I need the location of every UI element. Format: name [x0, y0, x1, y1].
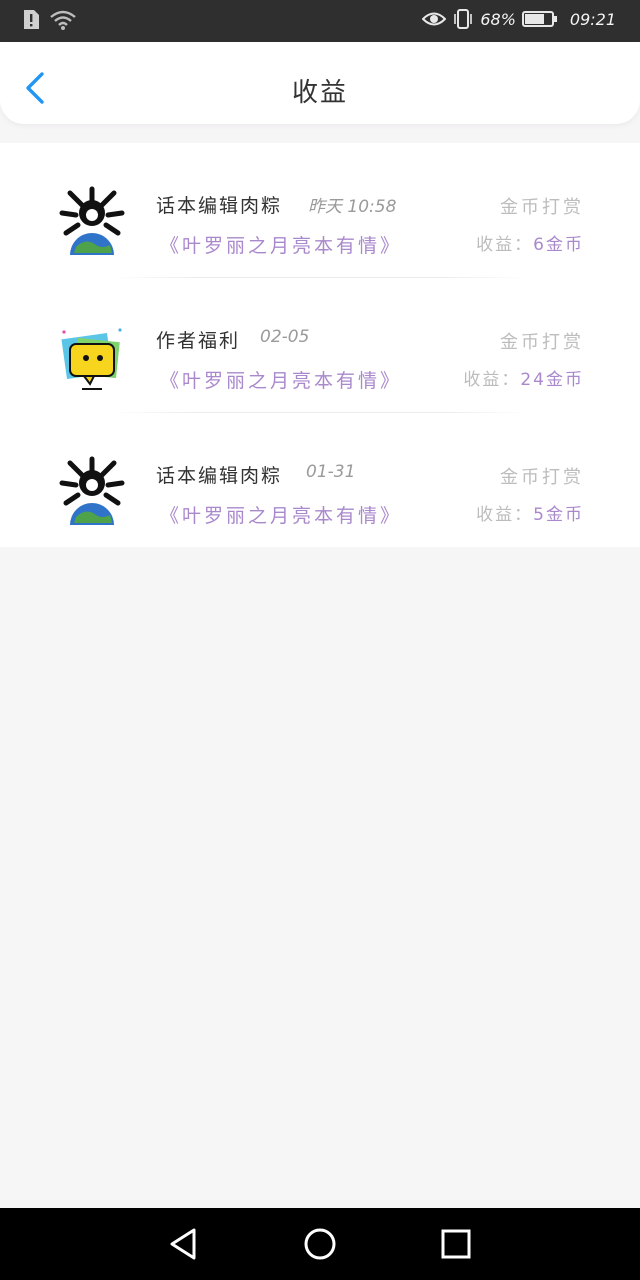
chat-bubble-avatar [61, 328, 122, 390]
system-nav-bar [0, 1208, 640, 1280]
status-bar: 68% 09:21 [0, 0, 640, 42]
book-title: 《叶罗丽之月亮本有情》 [160, 505, 403, 527]
record-time: 01-31 [306, 462, 356, 482]
record-time: 昨天 10:58 [308, 197, 397, 217]
page-title: 收益 [291, 78, 348, 108]
record-time: 02-05 [260, 327, 310, 347]
book-title: 《叶罗丽之月亮本有情》 [160, 370, 403, 392]
income-record[interactable]: 作者福利 02-05 《叶罗丽之月亮本有情》 金币打赏 收益：24金币 [0, 278, 640, 413]
header-bar: 收益 [0, 42, 640, 124]
sender-name: 话本编辑肉粽 [156, 195, 283, 217]
sender-name: 作者福利 [156, 330, 241, 352]
income-list: 话本编辑肉粽 昨天 10:58 《叶罗丽之月亮本有情》 金币打赏 收益：6金币 … [0, 143, 640, 547]
income-amount: 5金币 [533, 505, 584, 525]
income-label: 收益： [463, 370, 521, 390]
vibrate-icon [454, 9, 473, 29]
income-label: 收益： [476, 505, 534, 525]
income-text: 收益：5金币 [476, 500, 584, 525]
battery-icon [521, 11, 557, 27]
home-circle-icon [304, 1228, 336, 1260]
book-title: 《叶罗丽之月亮本有情》 [160, 235, 403, 257]
nav-back-button[interactable] [166, 1226, 202, 1262]
income-amount: 24金币 [520, 370, 584, 390]
recents-square-icon [441, 1229, 471, 1259]
sender-name: 话本编辑肉粽 [156, 465, 283, 487]
status-right: 68% 09:21 [422, 9, 616, 29]
nav-recents-button[interactable] [438, 1226, 474, 1262]
income-record[interactable]: 话本编辑肉粽 01-31 《叶罗丽之月亮本有情》 金币打赏 收益：5金币 [0, 413, 640, 548]
income-label: 收益： [476, 235, 534, 255]
skull-globe-avatar [59, 186, 125, 255]
status-left [22, 9, 76, 31]
eye-icon [422, 12, 447, 26]
skull-globe-avatar [59, 456, 125, 525]
reward-type: 金币打赏 [500, 467, 584, 488]
income-record[interactable]: 话本编辑肉粽 昨天 10:58 《叶罗丽之月亮本有情》 金币打赏 收益：6金币 [0, 143, 640, 278]
income-amount: 6金币 [533, 235, 584, 255]
wifi-icon [50, 10, 76, 30]
nav-home-button[interactable] [302, 1226, 338, 1262]
clock: 09:21 [569, 9, 616, 29]
income-text: 收益：24金币 [463, 365, 584, 390]
reward-type: 金币打赏 [500, 197, 584, 218]
battery-percent: 68% [480, 9, 516, 29]
alert-icon [24, 10, 39, 29]
reward-type: 金币打赏 [500, 332, 584, 353]
income-text: 收益：6金币 [476, 230, 584, 255]
back-triangle-icon [170, 1228, 196, 1260]
